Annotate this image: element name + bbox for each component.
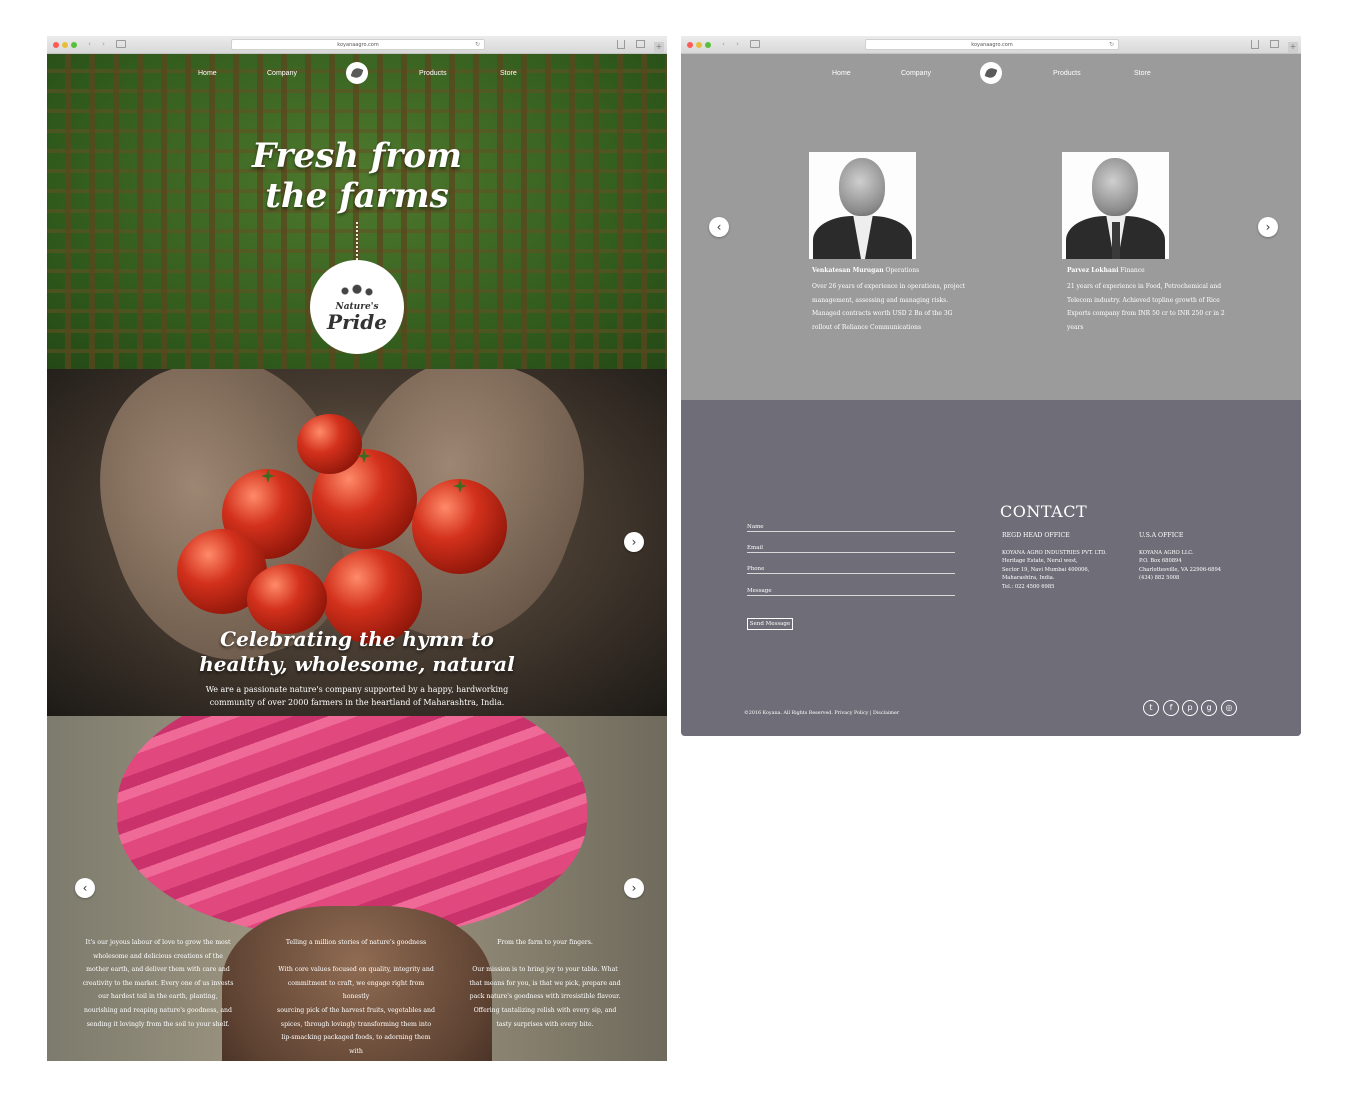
section-title-line2: healthy, wholesome, natural — [199, 652, 515, 676]
instagram-icon[interactable]: ◎ — [1221, 700, 1237, 716]
copyright-text: ©2016 Koyana. All Rights Reserved. Priva… — [744, 711, 900, 716]
address-bar[interactable]: koyanaagro.com ↻ — [865, 39, 1119, 50]
natures-pride-logo: Nature's Pride — [312, 262, 402, 352]
team-member-name: Venkatesan Murugan Operations — [812, 267, 919, 274]
nav-products[interactable]: Products — [1053, 70, 1081, 77]
team-section: Venkatesan Murugan Operations Over 26 ye… — [681, 54, 1301, 400]
url-text: koyanaagro.com — [337, 42, 379, 48]
hero-section: Fresh from the farms Nature's Pride — [47, 54, 667, 369]
sidebar-toggle-icon[interactable] — [116, 40, 126, 48]
google-plus-icon[interactable]: g — [1201, 700, 1217, 716]
dotted-divider — [356, 222, 358, 260]
phone-field[interactable]: Phone — [747, 566, 955, 574]
back-icon[interactable]: ‹ — [85, 40, 94, 49]
share-icon[interactable] — [1251, 40, 1259, 49]
member-role: Operations — [885, 267, 920, 274]
email-field[interactable]: Email — [747, 545, 955, 553]
browser-toolbar: ‹ › koyanaagro.com ↻ + — [681, 36, 1301, 54]
minimize-window-button[interactable] — [696, 42, 702, 48]
close-window-button[interactable] — [53, 42, 59, 48]
address-bar[interactable]: koyanaagro.com ↻ — [231, 39, 485, 50]
nav-home[interactable]: Home — [832, 70, 851, 77]
hero-title-line1: Fresh from — [252, 136, 462, 176]
member-name-text: Venkatesan Murugan — [812, 267, 884, 274]
member-role: Finance — [1120, 267, 1145, 274]
forward-icon[interactable]: › — [99, 40, 108, 49]
head-shape — [1092, 158, 1138, 216]
member-name-text: Parvez Lokhani — [1067, 267, 1119, 274]
share-icon[interactable] — [617, 40, 625, 49]
sidebar-toggle-icon[interactable] — [750, 40, 760, 48]
hero-title-line2: the farms — [265, 176, 449, 216]
team-member-bio: 21 years of experience in Food, Petroche… — [1067, 283, 1225, 331]
office-title: REGD HEAD OFFICE — [1002, 532, 1070, 539]
tie-shape — [1112, 222, 1120, 259]
contact-title: CONTACT — [1000, 502, 1088, 521]
next-arrow-button[interactable]: › — [624, 532, 644, 552]
forward-icon[interactable]: › — [733, 40, 742, 49]
nav-company[interactable]: Company — [267, 70, 297, 77]
browser-window-home: ‹ › koyanaagro.com ↻ + Fresh from the fa… — [47, 36, 667, 1061]
reload-icon[interactable]: ↻ — [1109, 40, 1114, 50]
description-line1: We are a passionate nature's company sup… — [205, 685, 509, 694]
new-tab-button[interactable]: + — [1288, 42, 1298, 53]
tomato-image — [412, 479, 507, 574]
browser-toolbar: ‹ › koyanaagro.com ↻ + — [47, 36, 667, 54]
nav-products[interactable]: Products — [419, 70, 447, 77]
office-address: KOYANA AGRO LLC. P.O. Box 680894 Charlot… — [1139, 550, 1222, 582]
turban-image — [117, 716, 587, 936]
minimize-window-button[interactable] — [62, 42, 68, 48]
name-field[interactable]: Name — [747, 524, 955, 532]
close-window-button[interactable] — [687, 42, 693, 48]
story-column-1: It's our joyous labour of love to grow t… — [82, 939, 234, 1028]
hero-title: Fresh from the farms — [47, 136, 667, 216]
logo-text-line2: Pride — [327, 310, 387, 334]
office-title: U.S.A OFFICE — [1139, 532, 1184, 539]
tomato-image — [297, 414, 362, 474]
description-line2: community of over 2000 farmers in the he… — [209, 698, 505, 707]
team-member-photo — [809, 152, 916, 259]
send-message-button[interactable]: Send Message — [747, 618, 793, 630]
prev-arrow-button[interactable]: ‹ — [75, 878, 95, 898]
next-arrow-button[interactable]: › — [624, 878, 644, 898]
story-column-2: Telling a million stories of nature's go… — [277, 939, 435, 1055]
head-shape — [839, 158, 885, 216]
zoom-window-button[interactable] — [71, 42, 77, 48]
url-text: koyanaagro.com — [971, 42, 1013, 48]
tabs-icon[interactable] — [636, 40, 645, 48]
section-title: Celebrating the hymn to healthy, wholeso… — [47, 627, 667, 677]
prev-arrow-button[interactable]: ‹ — [709, 217, 729, 237]
section-title-line1: Celebrating the hymn to — [220, 627, 494, 651]
contact-section: Name Email Phone Message Send Message CO… — [681, 400, 1301, 736]
nav-company[interactable]: Company — [901, 70, 931, 77]
section-description: We are a passionate nature's company sup… — [47, 683, 667, 709]
browser-window-contact: ‹ › koyanaagro.com ↻ + Venkatesan Muruga… — [681, 36, 1301, 736]
message-field[interactable]: Message — [747, 588, 955, 596]
team-member-photo — [1062, 152, 1169, 259]
leaf-icon — [337, 282, 377, 300]
nav-logo-icon[interactable] — [980, 62, 1002, 84]
office-address: KOYANA AGRO INDUSTRIES PVT. LTD. Heritag… — [1002, 550, 1107, 590]
nav-store[interactable]: Store — [500, 70, 517, 77]
tomato-section: Celebrating the hymn to healthy, wholeso… — [47, 369, 667, 716]
main-nav: Home Company Products Store — [681, 54, 1301, 94]
back-icon[interactable]: ‹ — [719, 40, 728, 49]
nav-logo-icon[interactable] — [346, 62, 368, 84]
story-column-3: From the farm to your fingers. Our missi… — [469, 939, 621, 1028]
farmer-section: It's our joyous labour of love to grow t… — [47, 716, 667, 1061]
tomato-image — [247, 564, 327, 634]
new-tab-button[interactable]: + — [654, 42, 664, 53]
reload-icon[interactable]: ↻ — [475, 40, 480, 50]
team-member-bio: Over 26 years of experience in operation… — [812, 283, 965, 331]
team-member-name: Parvez Lokhani Finance — [1067, 267, 1145, 274]
facebook-icon[interactable]: f — [1163, 700, 1179, 716]
next-arrow-button[interactable]: › — [1258, 217, 1278, 237]
main-nav: Home Company Products Store — [47, 54, 667, 94]
nav-home[interactable]: Home — [198, 70, 217, 77]
tabs-icon[interactable] — [1270, 40, 1279, 48]
twitter-icon[interactable]: t — [1143, 700, 1159, 716]
nav-store[interactable]: Store — [1134, 70, 1151, 77]
pinterest-icon[interactable]: p — [1182, 700, 1198, 716]
zoom-window-button[interactable] — [705, 42, 711, 48]
